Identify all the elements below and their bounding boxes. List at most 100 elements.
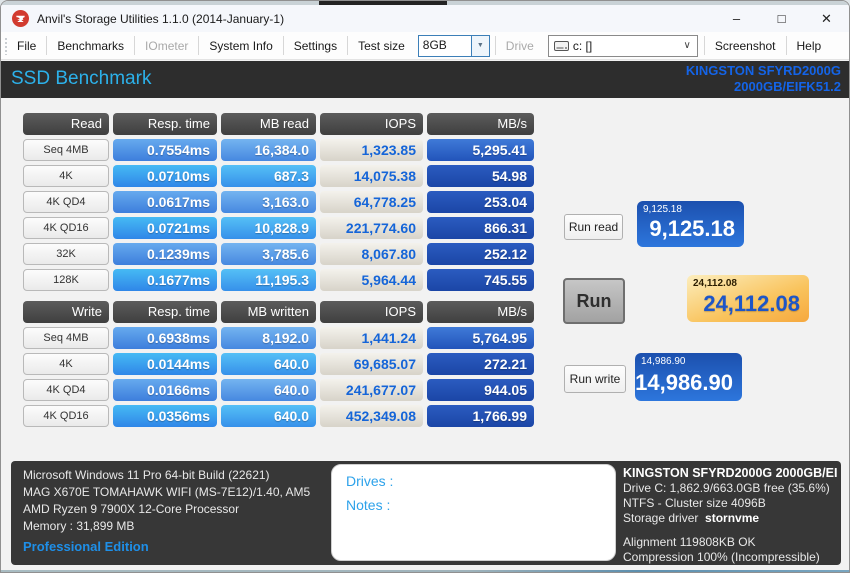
device-name-line1: KINGSTON SFYRD2000G — [685, 63, 841, 78]
menu-separator — [785, 36, 787, 55]
cell-resp: 0.7554ms — [113, 139, 217, 161]
cell-resp: 0.1239ms — [113, 243, 217, 265]
read-score-small: 9,125.18 — [643, 204, 682, 215]
row-label-button[interactable]: 4K QD16 — [23, 217, 109, 239]
maximize-button[interactable]: □ — [759, 5, 804, 32]
chevron-down-icon[interactable]: ▼ — [470, 35, 489, 56]
menu-settings[interactable]: Settings — [285, 33, 346, 59]
cell-mbps: 252.12 — [427, 243, 534, 265]
cell-resp: 0.0721ms — [113, 217, 217, 239]
cell-iops: 221,774.60 — [320, 217, 423, 239]
cell-resp: 0.0710ms — [113, 165, 217, 187]
cell-mb: 3,163.0 — [221, 191, 316, 213]
column-header-mbps: MB/s — [427, 301, 534, 323]
cell-resp: 0.6938ms — [113, 327, 217, 349]
cell-mbps: 745.55 — [427, 269, 534, 291]
cell-iops: 1,441.24 — [320, 327, 423, 349]
row-label-button[interactable]: Seq 4MB — [23, 327, 109, 349]
read-score-value: 9,125.18 — [649, 216, 735, 241]
menu-separator — [703, 36, 705, 55]
test-size-select[interactable]: 8GB ▼ — [417, 34, 490, 57]
total-score-box: 24,112.08 24,112.08 — [687, 275, 809, 322]
edition-label: Professional Edition — [23, 539, 149, 554]
chevron-down-icon[interactable]: ∨ — [683, 40, 690, 51]
device-name: KINGSTON SFYRD2000G 2000GB/EIFK51.2 — [686, 63, 841, 95]
system-info-text: Microsoft Windows 11 Pro 64-bit Build (2… — [23, 467, 310, 535]
cell-resp: 0.0617ms — [113, 191, 217, 213]
cpu-line: AMD Ryzen 9 7900X 12-Core Processor — [23, 502, 240, 516]
menu-bar: File Benchmarks IOmeter System Info Sett… — [1, 32, 849, 60]
menu-screenshot[interactable]: Screenshot — [706, 33, 785, 59]
cell-mb: 3,785.6 — [221, 243, 316, 265]
run-read-button[interactable]: Run read — [564, 214, 623, 240]
column-header-resp: Resp. time — [113, 301, 217, 323]
menu-benchmarks[interactable]: Benchmarks — [48, 33, 133, 59]
minimize-button[interactable]: – — [714, 5, 759, 32]
row-label-button[interactable]: 4K — [23, 353, 109, 375]
menu-file[interactable]: File — [8, 33, 45, 59]
row-label-button[interactable]: 32K — [23, 243, 109, 265]
cell-mb: 640.0 — [221, 405, 316, 427]
row-label-button[interactable]: 4K — [23, 165, 109, 187]
cell-mb: 640.0 — [221, 353, 316, 375]
cell-mb: 8,192.0 — [221, 327, 316, 349]
test-size-value: 8GB — [422, 37, 447, 52]
column-header-iops: IOPS — [320, 113, 423, 135]
cell-iops: 14,075.38 — [320, 165, 423, 187]
filesystem-line: NTFS - Cluster size 4096B — [623, 496, 766, 510]
cell-iops: 8,067.80 — [320, 243, 423, 265]
alignment-line: Alignment 119808KB OK — [623, 535, 756, 549]
cell-mbps: 944.05 — [427, 379, 534, 401]
row-label-button[interactable]: 4K QD4 — [23, 379, 109, 401]
anvil-app-icon — [12, 10, 29, 27]
notes-label: Notes : — [346, 497, 391, 513]
cell-iops: 1,323.85 — [320, 139, 423, 161]
cell-mb: 11,195.3 — [221, 269, 316, 291]
menu-help[interactable]: Help — [788, 33, 831, 59]
drives-label: Drives : — [346, 473, 394, 489]
write-score-box: 14,986.90 14,986.90 — [635, 353, 742, 401]
drive-select[interactable]: c: [] ∨ — [547, 34, 698, 57]
run-write-button[interactable]: Run write — [564, 365, 626, 393]
row-label-button[interactable]: 128K — [23, 269, 109, 291]
drive-device-line: KINGSTON SFYRD2000G 2000GB/EIFK51.2 — [623, 466, 838, 480]
column-header-label: Write — [23, 301, 109, 323]
menu-system-info[interactable]: System Info — [200, 33, 281, 59]
cell-mb: 687.3 — [221, 165, 316, 187]
benchmark-header-band: SSD Benchmark KINGSTON SFYRD2000G 2000GB… — [1, 61, 849, 98]
menu-separator — [494, 36, 496, 55]
write-score-small: 14,986.90 — [641, 356, 686, 367]
test-size-label: Test size — [358, 38, 405, 53]
motherboard-line: MAG X670E TOMAHAWK WIFI (MS-7E12)/1.40, … — [23, 485, 311, 499]
drive-icon — [553, 40, 569, 51]
row-label-button[interactable]: 4K QD4 — [23, 191, 109, 213]
storage-driver-line: Storage driver stornvme — [623, 511, 760, 525]
column-header-resp: Resp. time — [113, 113, 217, 135]
menu-separator — [198, 36, 200, 55]
cell-resp: 0.0166ms — [113, 379, 217, 401]
drives-notes-box[interactable]: Drives : Notes : — [331, 464, 616, 561]
close-button[interactable]: ✕ — [804, 5, 849, 32]
row-label-button[interactable]: 4K QD16 — [23, 405, 109, 427]
menu-separator — [134, 36, 136, 55]
column-header-iops: IOPS — [320, 301, 423, 323]
window-title: Anvil's Storage Utilities 1.1.0 (2014-Ja… — [37, 11, 285, 26]
menu-separator — [347, 36, 349, 55]
device-name-line2: 2000GB/EIFK51.2 — [734, 79, 841, 94]
system-info-panel: Microsoft Windows 11 Pro 64-bit Build (2… — [11, 461, 841, 565]
read-results-table: Read Resp. time MB read IOPS MB/s Seq 4MB 0.75… — [23, 113, 534, 291]
column-header-label: Read — [23, 113, 109, 135]
cell-mb: 640.0 — [221, 379, 316, 401]
cell-iops: 241,677.07 — [320, 379, 423, 401]
row-label-button[interactable]: Seq 4MB — [23, 139, 109, 161]
menu-separator — [282, 36, 284, 55]
drive-value: c: [] — [572, 38, 593, 53]
run-button[interactable]: Run — [563, 278, 625, 324]
cell-iops: 69,685.07 — [320, 353, 423, 375]
cell-mbps: 1,766.99 — [427, 405, 534, 427]
cell-mbps: 54.98 — [427, 165, 534, 187]
column-header-mbps: MB/s — [427, 113, 534, 135]
column-header-mb: MB read — [221, 113, 316, 135]
cell-iops: 64,778.25 — [320, 191, 423, 213]
cell-resp: 0.0356ms — [113, 405, 217, 427]
